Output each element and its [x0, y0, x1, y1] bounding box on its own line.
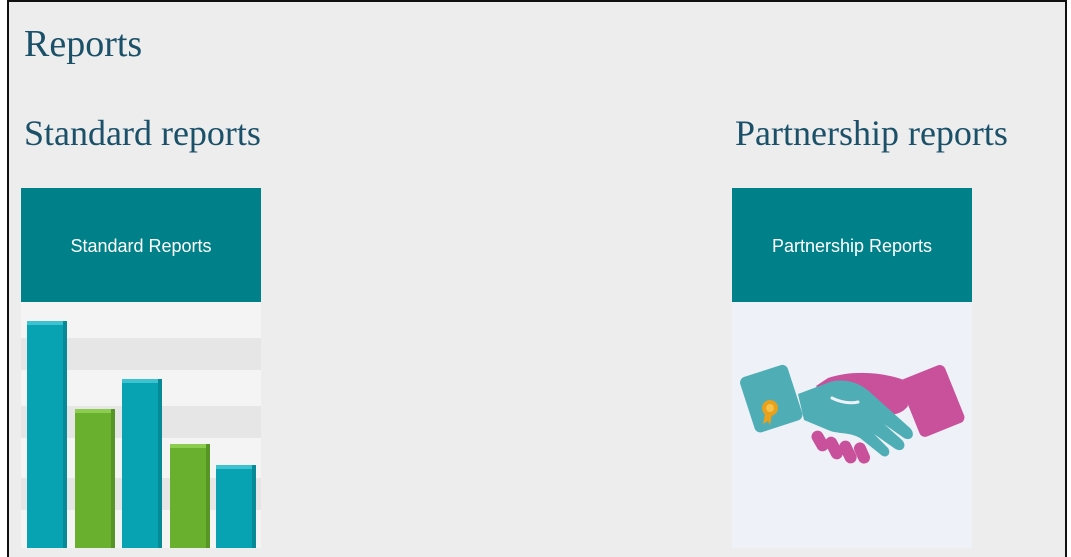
left-cuff: [740, 364, 803, 433]
handshake-icon[interactable]: [732, 302, 972, 548]
partnership-reports-tile[interactable]: Partnership Reports: [732, 188, 972, 548]
bar-1: [27, 321, 67, 548]
standard-reports-tile[interactable]: Standard Reports: [21, 188, 261, 548]
bar-chart-illustration: [21, 302, 261, 548]
standard-reports-tile-label: Standard Reports: [70, 235, 212, 256]
standard-reports-heading: Standard reports: [24, 113, 261, 153]
standard-reports-tile-header[interactable]: Standard Reports: [21, 188, 261, 302]
partnership-reports-heading: Partnership reports: [735, 113, 1008, 153]
partnership-reports-tile-header[interactable]: Partnership Reports: [732, 188, 972, 302]
bar-3: [122, 379, 162, 548]
reports-panel: Reports Standard reports Partnership rep…: [7, 0, 1067, 557]
bar-4: [170, 444, 210, 548]
bar-2: [75, 409, 115, 548]
bar-chart-icon[interactable]: [21, 302, 261, 548]
page-title: Reports: [24, 23, 143, 65]
partnership-reports-tile-label: Partnership Reports: [771, 235, 933, 256]
bar-5: [216, 465, 256, 548]
handshake-illustration: [740, 364, 965, 464]
